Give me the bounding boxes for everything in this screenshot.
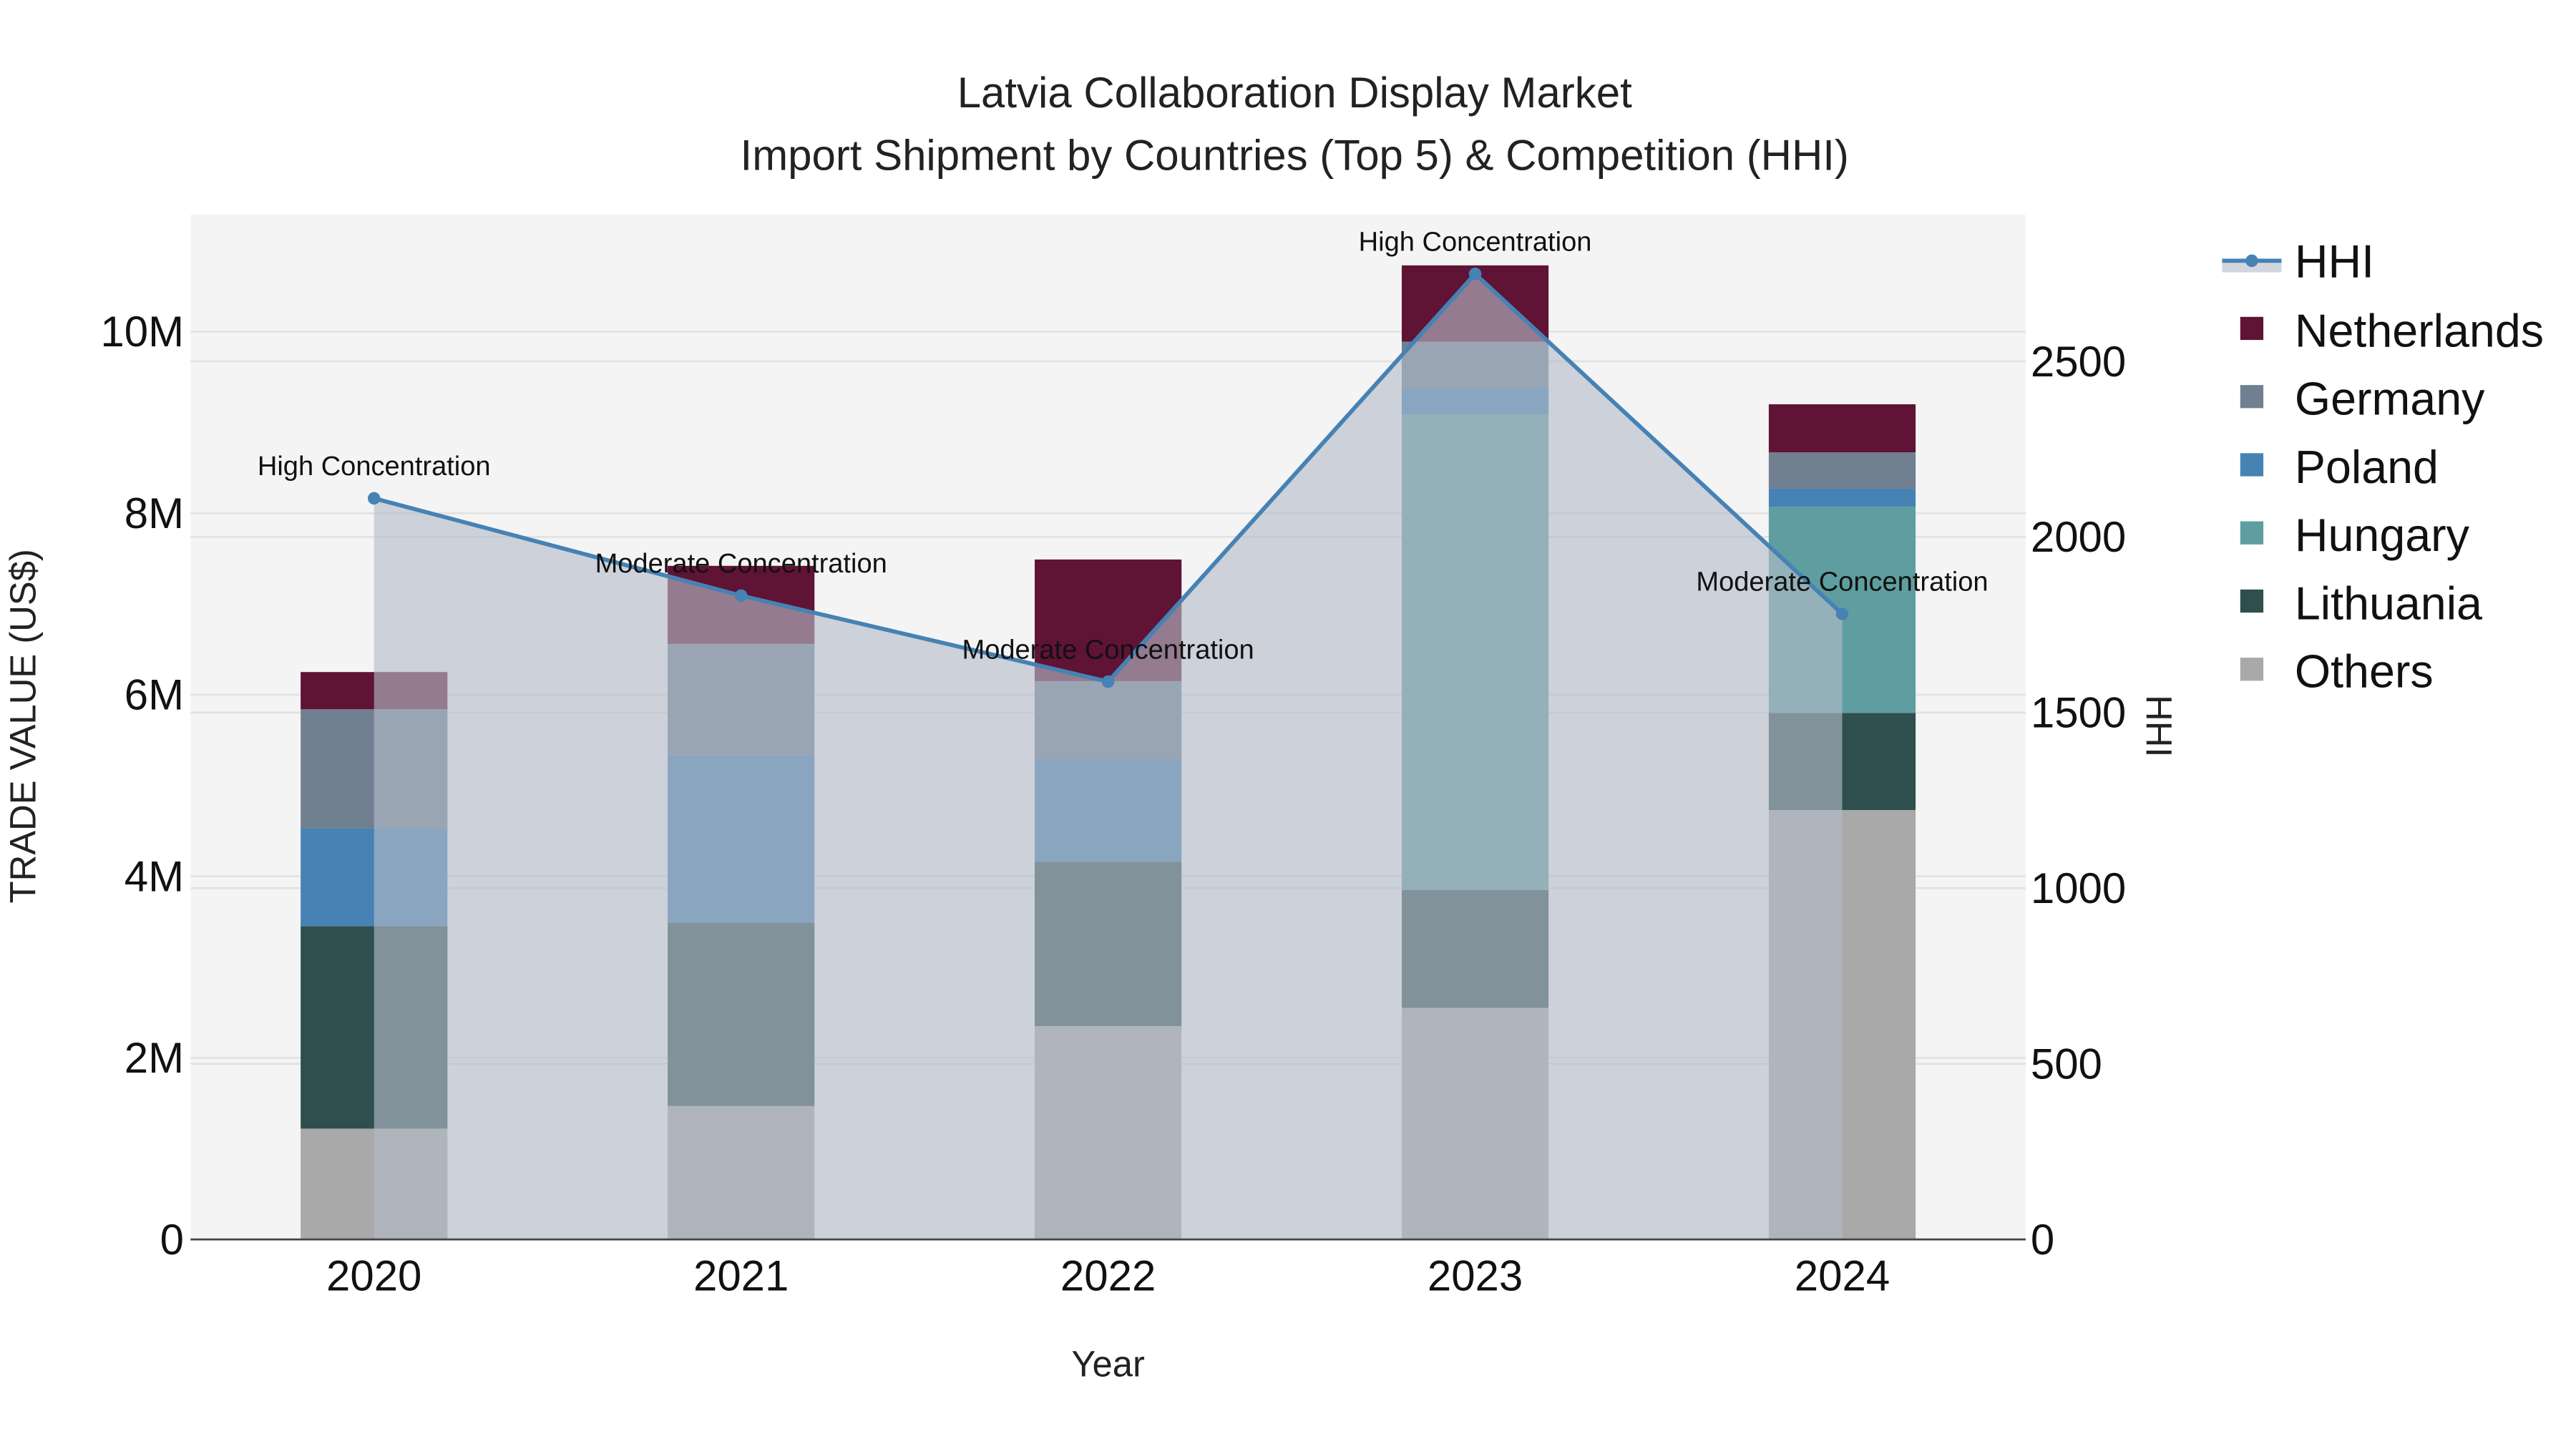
- y-tick-label: 10M: [100, 308, 184, 356]
- hhi-point: [1101, 675, 1115, 688]
- legend: HHI Netherlands Germany Poland Hungary Lithua…: [2222, 235, 2544, 698]
- y-axis-ticks: 0 2M 4M 6M 8M 10M: [100, 308, 184, 1264]
- hhi-point: [1468, 268, 1482, 280]
- y-tick-label: 8M: [125, 489, 184, 537]
- y2-tick-label: 0: [2031, 1216, 2054, 1264]
- hhi-annotation: Moderate Concentration: [595, 549, 887, 579]
- y2-axis-ticks: 0 500 1000 1500 2000 2500: [2031, 338, 2126, 1264]
- x-tick-label: 2024: [1795, 1252, 1890, 1300]
- chart-subtitle: Import Shipment by Countries (Top 5) & C…: [741, 132, 1849, 180]
- x-tick-label: 2021: [693, 1252, 789, 1300]
- y2-axis-label: HHI: [2138, 695, 2179, 757]
- legend-label-others: Others: [2295, 646, 2434, 698]
- legend-swatch-germany: [2240, 385, 2264, 409]
- x-axis-ticks: 2020 2021 2022 2023 2024: [326, 1252, 1890, 1300]
- bar-netherlands-2024: [1768, 404, 1916, 453]
- x-tick-label: 2023: [1428, 1252, 1523, 1300]
- chart: High Concentration Moderate Concentration…: [2, 69, 2544, 1385]
- y2-tick-label: 1000: [2031, 864, 2126, 912]
- hhi-annotation: High Concentration: [1359, 227, 1592, 257]
- legend-label-hungary: Hungary: [2295, 509, 2470, 561]
- hhi-point: [367, 492, 381, 505]
- x-tick-label: 2022: [1060, 1252, 1156, 1300]
- bar-germany-2024: [1768, 452, 1916, 489]
- bar-poland-2024: [1768, 488, 1916, 507]
- x-axis-label: Year: [1071, 1344, 1145, 1385]
- y2-tick-label: 2000: [2031, 513, 2126, 561]
- hhi-annotation: High Concentration: [258, 452, 491, 482]
- hhi-annotation: Moderate Concentration: [1696, 567, 1988, 597]
- legend-label-germany: Germany: [2295, 374, 2485, 425]
- legend-label-lithuania: Lithuania: [2295, 577, 2482, 629]
- legend-swatch-netherlands: [2240, 316, 2264, 341]
- legend-swatch-others: [2240, 658, 2264, 681]
- y2-tick-label: 2500: [2031, 338, 2126, 386]
- legend-swatch-lithuania: [2240, 589, 2264, 613]
- chart-title: Latvia Collaboration Display Market: [957, 69, 1632, 117]
- legend-swatch-hungary: [2240, 521, 2264, 545]
- y2-tick-label: 1500: [2031, 689, 2126, 737]
- hhi-annotation: Moderate Concentration: [962, 635, 1254, 665]
- legend-swatch-poland: [2240, 453, 2264, 477]
- hhi-point: [1835, 608, 1849, 620]
- legend-hhi-marker-icon: [2245, 254, 2258, 268]
- x-tick-label: 2020: [326, 1252, 421, 1300]
- hhi-point: [734, 589, 748, 602]
- legend-label-hhi: HHI: [2295, 235, 2374, 287]
- y-tick-label: 2M: [125, 1034, 184, 1082]
- y2-tick-label: 500: [2031, 1040, 2102, 1088]
- y-axis-label: TRADE VALUE (US$): [2, 549, 43, 903]
- y-tick-label: 4M: [125, 852, 184, 900]
- legend-label-poland: Poland: [2295, 441, 2439, 493]
- legend-label-netherlands: Netherlands: [2295, 305, 2544, 356]
- y-tick-label: 6M: [125, 671, 184, 719]
- y-tick-label: 0: [160, 1216, 184, 1264]
